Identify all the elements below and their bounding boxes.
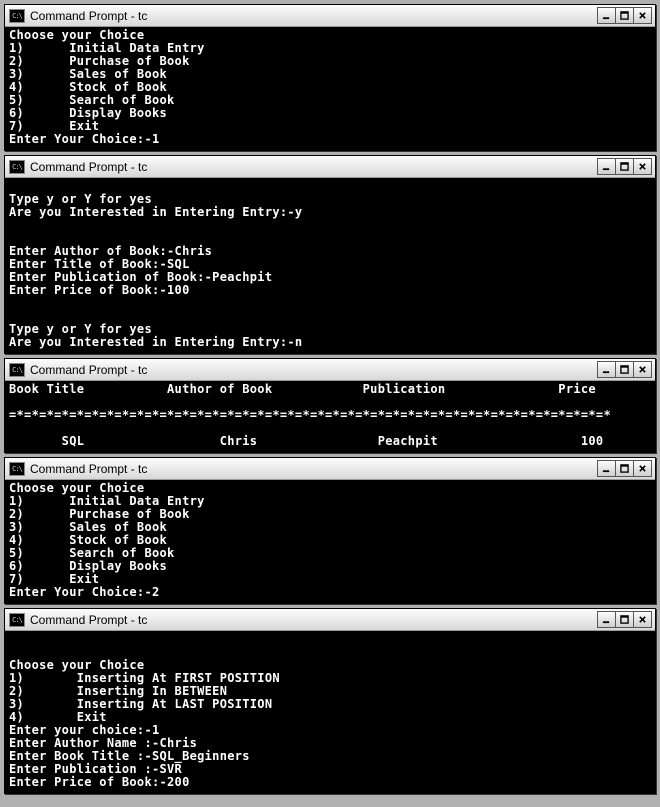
console-output[interactable]: Book Title Author of Book Publication Pr… (5, 381, 655, 452)
close-button[interactable] (633, 611, 652, 628)
close-button[interactable] (633, 158, 652, 175)
console-line: Are you Interested in Entering Entry:-n (9, 336, 651, 349)
maximize-button[interactable] (615, 7, 634, 24)
close-button[interactable] (633, 460, 652, 477)
console-output[interactable]: Type y or Y for yesAre you Interested in… (5, 178, 655, 353)
close-button[interactable] (633, 361, 652, 378)
command-prompt-window: C:\ Command Prompt - tc Choose your Choice… (4, 457, 656, 604)
console-line: Book Title Author of Book Publication Pr… (9, 383, 651, 396)
window-controls (598, 7, 652, 24)
minimize-button[interactable] (597, 611, 616, 628)
titlebar[interactable]: C:\ Command Prompt - tc (5, 359, 655, 381)
console-output[interactable]: Choose your Choice1) Inserting At FIRST … (5, 631, 655, 793)
minimize-button[interactable] (597, 460, 616, 477)
console-line: Enter Your Choice:-1 (9, 133, 651, 146)
cmd-icon: C:\ (9, 363, 25, 377)
close-button[interactable] (633, 7, 652, 24)
console-output[interactable]: Choose your Choice1) Initial Data Entry2… (5, 27, 655, 150)
maximize-button[interactable] (615, 158, 634, 175)
console-line (9, 219, 651, 232)
window-controls (598, 361, 652, 378)
cmd-icon: C:\ (9, 9, 25, 23)
command-prompt-window: C:\ Command Prompt - tc Choose your Choice… (4, 4, 656, 151)
window-controls (598, 611, 652, 628)
maximize-button[interactable] (615, 361, 634, 378)
window-controls (598, 158, 652, 175)
titlebar[interactable]: C:\ Command Prompt - tc (5, 156, 655, 178)
console-line: 6) Display Books (9, 560, 651, 573)
window-title: Command Prompt - tc (30, 9, 598, 23)
minimize-button[interactable] (597, 361, 616, 378)
titlebar[interactable]: C:\ Command Prompt - tc (5, 609, 655, 631)
cmd-icon: C:\ (9, 160, 25, 174)
minimize-button[interactable] (597, 7, 616, 24)
window-title: Command Prompt - tc (30, 613, 598, 627)
command-prompt-window: C:\ Command Prompt - tc Book Title Author … (4, 358, 656, 453)
maximize-button[interactable] (615, 611, 634, 628)
console-line: 6) Display Books (9, 107, 651, 120)
titlebar[interactable]: C:\ Command Prompt - tc (5, 5, 655, 27)
maximize-button[interactable] (615, 460, 634, 477)
console-line (9, 633, 651, 646)
window-title: Command Prompt - tc (30, 462, 598, 476)
console-line: Enter Price of Book:-200 (9, 776, 651, 789)
titlebar[interactable]: C:\ Command Prompt - tc (5, 458, 655, 480)
console-line: SQL Chris Peachpit 100 (9, 435, 651, 448)
console-line: Enter Your Choice:-2 (9, 586, 651, 599)
window-title: Command Prompt - tc (30, 363, 598, 377)
console-line: =*=*=*=*=*=*=*=*=*=*=*=*=*=*=*=*=*=*=*=*… (9, 409, 651, 422)
console-line (9, 297, 651, 310)
console-line: Are you Interested in Entering Entry:-y (9, 206, 651, 219)
command-prompt-window: C:\ Command Prompt - tc Type y or Y for y… (4, 155, 656, 354)
window-controls (598, 460, 652, 477)
cmd-icon: C:\ (9, 462, 25, 476)
window-title: Command Prompt - tc (30, 160, 598, 174)
cmd-icon: C:\ (9, 613, 25, 627)
console-output[interactable]: Choose your Choice1) Initial Data Entry2… (5, 480, 655, 603)
minimize-button[interactable] (597, 158, 616, 175)
command-prompt-window: C:\ Command Prompt - tc Choose your Choic… (4, 608, 656, 794)
console-line: Enter Price of Book:-100 (9, 284, 651, 297)
